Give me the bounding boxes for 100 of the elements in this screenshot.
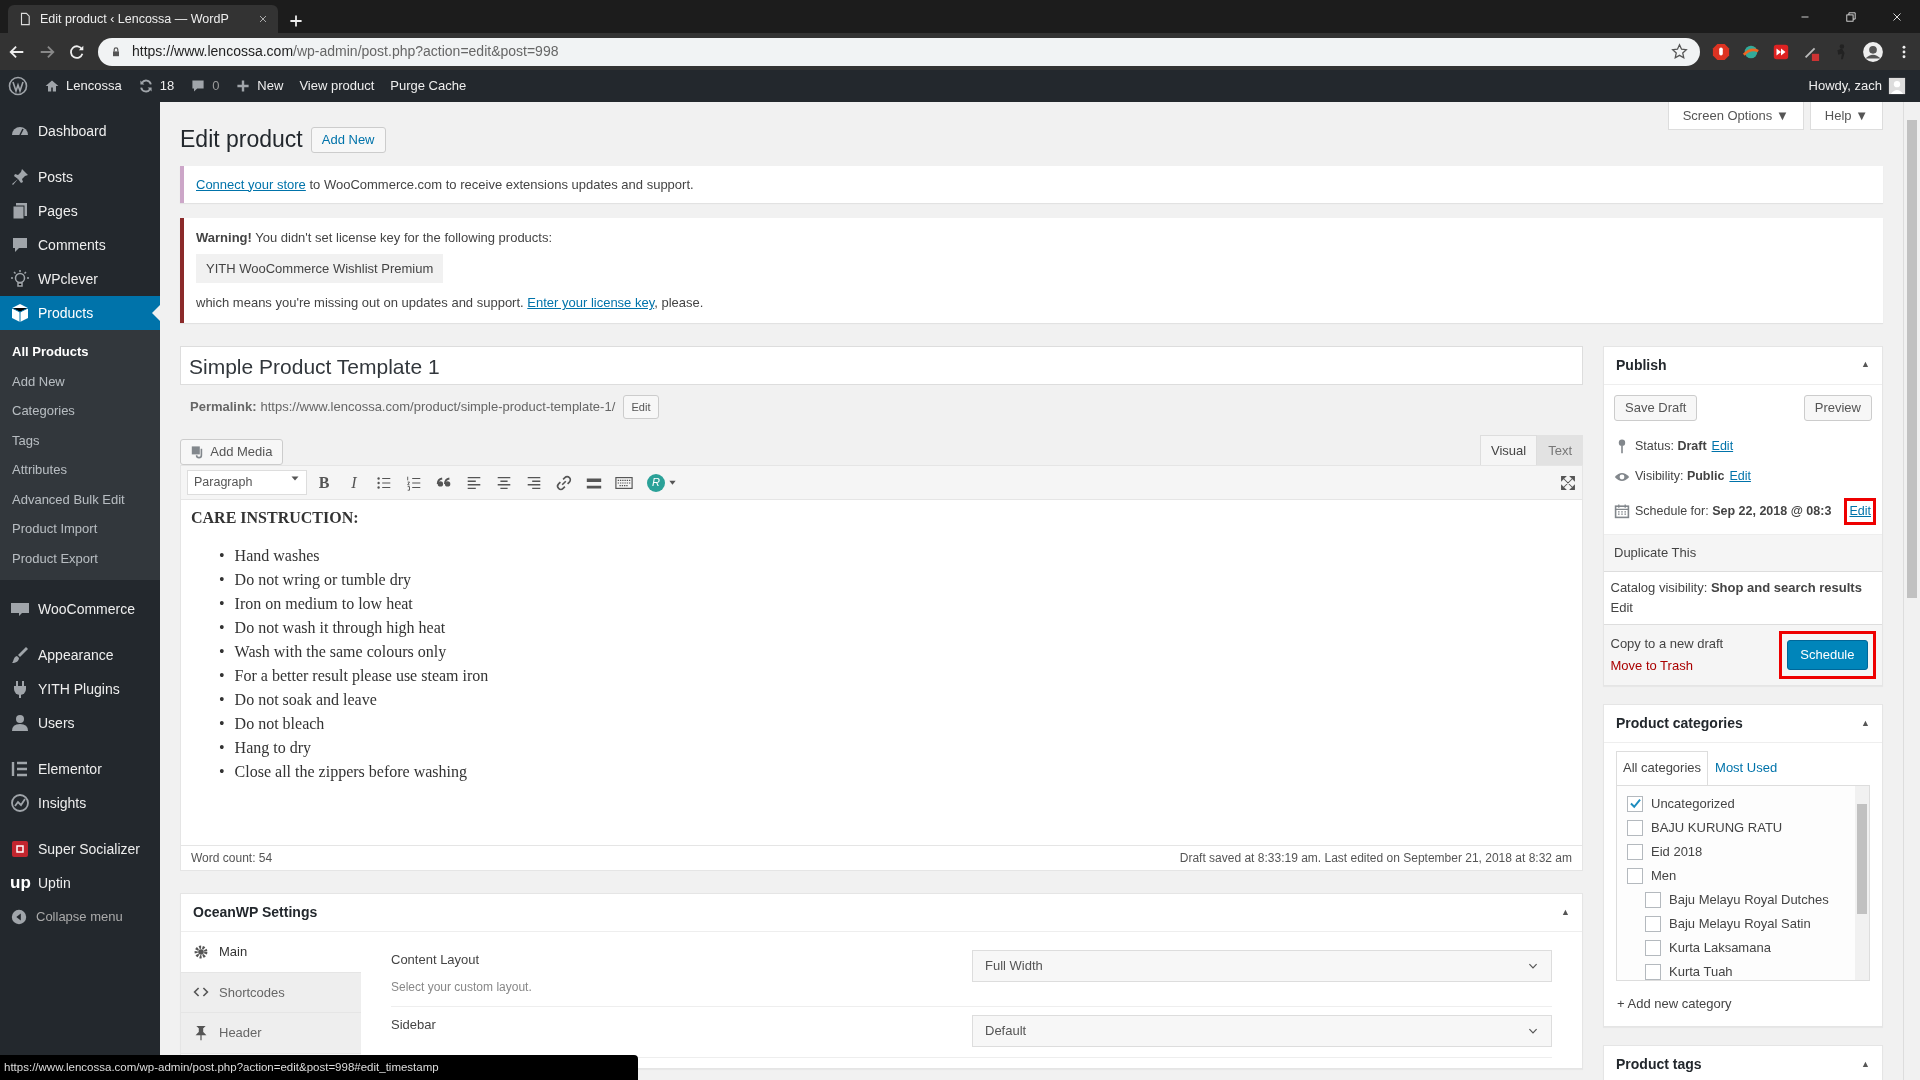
category-label: Men <box>1651 866 1677 885</box>
wordpress-logo-icon[interactable] <box>8 76 28 96</box>
fullscreen-icon[interactable] <box>1560 474 1576 491</box>
menu-item[interactable]: Insights <box>0 786 160 820</box>
checkbox[interactable] <box>1645 963 1661 980</box>
new-link[interactable]: New <box>227 70 292 102</box>
collapse-arrow[interactable]: ▲ <box>1861 1057 1870 1072</box>
menu-item[interactable]: up Uptin <box>0 866 160 900</box>
scrollbar[interactable] <box>1903 102 1920 1080</box>
checkbox[interactable] <box>1627 819 1643 836</box>
account-link[interactable]: Howdy, zach <box>1800 70 1914 102</box>
box-icon <box>10 303 30 323</box>
menu-item[interactable]: Pages <box>0 194 160 228</box>
preview-button[interactable]: Preview <box>1803 394 1872 421</box>
catalog-visibility-text: Catalog visibility: Shop and search results <box>1610 579 1863 598</box>
settings-tab[interactable]: Main <box>181 932 361 973</box>
add-media-button[interactable]: Add Media <box>180 439 284 466</box>
submenu-item[interactable]: Add New <box>0 366 160 396</box>
collapse-menu-button[interactable]: Collapse menu <box>0 900 160 934</box>
collapse-arrow[interactable]: ▲ <box>1861 358 1870 372</box>
checkbox[interactable] <box>1627 795 1643 812</box>
menu-item[interactable]: Comments <box>0 228 160 262</box>
checkbox[interactable] <box>1627 843 1643 860</box>
submenu-item[interactable]: Product Export <box>0 543 160 573</box>
screen-tab[interactable]: Screen Options ▼ <box>1667 102 1804 130</box>
copy-draft-link[interactable]: Copy to a new draft <box>1610 633 1724 654</box>
duplicate-link[interactable]: Duplicate This <box>1614 545 1697 561</box>
new-tab-icon[interactable] <box>288 13 304 29</box>
settings-tab[interactable]: Shortcodes <box>181 972 361 1014</box>
editor-tab[interactable]: Visual <box>1479 434 1538 466</box>
comments-link[interactable]: 0 <box>182 70 228 102</box>
menu-item[interactable]: Super Socializer <box>0 832 160 866</box>
add-new-button[interactable]: Add New <box>310 126 386 153</box>
restore-icon[interactable] <box>1844 9 1858 24</box>
address-bar[interactable]: https://www.lencossa.com/wp-admin/post.php?action=edit&post=998 <box>98 37 1700 66</box>
menu-item[interactable]: Users <box>0 706 160 740</box>
list-item: Hang to dry <box>234 738 312 759</box>
title-field[interactable]: Simple Product Template 1 <box>180 345 1583 385</box>
category-label: BAJU KURUNG RATU <box>1651 818 1783 837</box>
category-tab[interactable]: All categories <box>1616 751 1709 786</box>
editor-tab[interactable]: Text <box>1537 434 1583 466</box>
notice-link[interactable]: Connect your store <box>196 176 306 192</box>
menu-item[interactable]: Dashboard <box>0 114 160 148</box>
menu-item[interactable]: WPclever <box>0 262 160 296</box>
trash-link[interactable]: Move to Trash <box>1610 656 1724 676</box>
screen-tab[interactable]: Help ▼ <box>1809 102 1883 130</box>
submenu-item[interactable]: Advanced Bulk Edit <box>0 484 160 514</box>
toolbar-link[interactable]: Purge Cache <box>382 70 475 102</box>
add-category-link[interactable]: + Add new category <box>1617 995 1732 1011</box>
comment-icon <box>190 78 207 94</box>
category-tab[interactable]: Most Used <box>1708 751 1785 785</box>
submenu-item[interactable]: Attributes <box>0 455 160 485</box>
submenu-item[interactable]: Tags <box>0 425 160 455</box>
bold-button[interactable]: B <box>311 469 337 496</box>
star-icon[interactable] <box>1671 43 1688 60</box>
submenu-item[interactable]: All Products <box>0 337 160 367</box>
menu-item[interactable]: Posts <box>0 160 160 194</box>
permalink-link[interactable]: https://www.lencossa.com/product/simple-product-template-1/ <box>260 396 616 417</box>
close-icon[interactable] <box>258 14 268 24</box>
menu-item[interactable]: Products <box>0 296 160 330</box>
submenu-item[interactable]: Categories <box>0 396 160 426</box>
edit-link[interactable]: Edit <box>1610 599 1633 615</box>
select-field[interactable]: Full Width <box>972 950 1552 983</box>
reload-icon[interactable] <box>68 42 86 61</box>
settings-tab[interactable]: Header <box>181 1013 361 1054</box>
menu-item[interactable]: Elementor <box>0 752 160 786</box>
bullet-mark: • <box>219 570 225 591</box>
list-item: Do not wring or tumble dry <box>234 570 412 591</box>
fast-forward-icon[interactable] <box>1772 42 1790 61</box>
edit-link[interactable]: Edit <box>1849 504 1871 519</box>
link-icon[interactable] <box>555 473 573 492</box>
browser-tab[interactable]: Edit product ‹ Lencossa — WordP <box>8 5 278 33</box>
stop-sign-icon[interactable] <box>1712 42 1730 61</box>
toolbar-link[interactable]: View product <box>291 70 383 102</box>
category-label: Uncategorized <box>1651 794 1735 813</box>
scrollbar[interactable] <box>1855 785 1869 980</box>
checkbox[interactable] <box>1645 939 1661 956</box>
collapse-arrow[interactable]: ▲ <box>1561 905 1570 920</box>
select-field[interactable]: Default <box>972 1014 1552 1047</box>
format-dropdown[interactable]: Paragraph <box>187 470 307 495</box>
edit-link[interactable]: Edit <box>1729 467 1751 487</box>
bullet-mark: • <box>219 762 225 783</box>
edit-link[interactable]: Edit <box>1711 436 1734 456</box>
checkbox[interactable] <box>1645 891 1661 908</box>
menu-item[interactable]: YITH Plugins <box>0 672 160 706</box>
edit-button[interactable]: Edit <box>622 394 660 419</box>
submenu-item[interactable]: Product Import <box>0 514 160 544</box>
calendar-icon <box>1614 503 1630 520</box>
checkbox[interactable] <box>1645 915 1661 932</box>
italic-button[interactable]: I <box>341 469 367 496</box>
avatar-icon[interactable] <box>1862 40 1884 63</box>
menu-item[interactable]: Appearance <box>0 638 160 672</box>
collapse-arrow[interactable]: ▲ <box>1861 716 1870 731</box>
schedule-button[interactable]: Schedule <box>1787 640 1868 670</box>
checkbox[interactable] <box>1627 867 1643 884</box>
chart-icon <box>10 793 30 813</box>
site-link[interactable]: Lencossa <box>36 70 130 102</box>
menu-item[interactable]: WooCommerce <box>0 592 160 626</box>
save-draft-button[interactable]: Save Draft <box>1614 394 1698 421</box>
updates-link[interactable]: 18 <box>129 70 183 102</box>
